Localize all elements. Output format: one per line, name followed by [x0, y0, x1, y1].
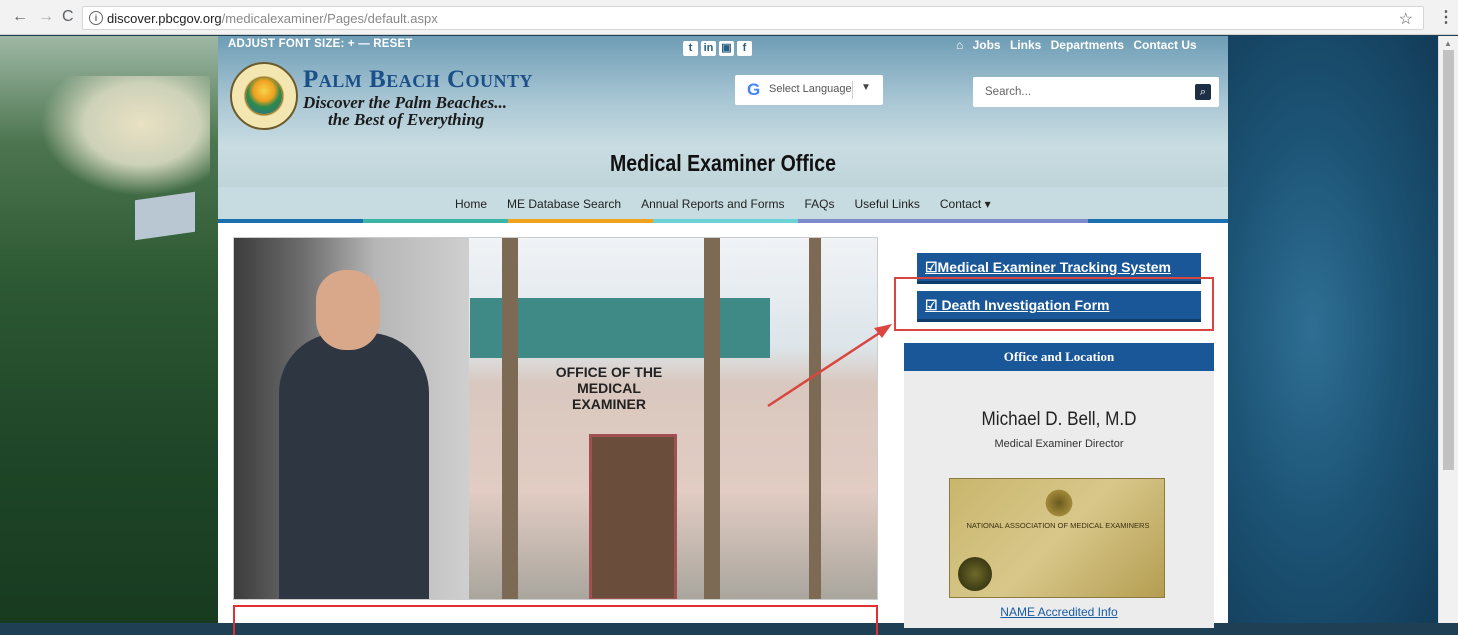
main-nav: Home ME Database Search Annual Reports and… [218, 187, 1228, 221]
language-label: Select Language [769, 83, 852, 95]
scroll-up-icon[interactable]: ▲ [1444, 39, 1452, 48]
highlight-box-bottom [233, 605, 878, 635]
director-role: Medical Examiner Director [994, 438, 1124, 450]
nav-useful-links[interactable]: Useful Links [855, 197, 920, 211]
nav-contact[interactable]: Contact ▾ [940, 197, 991, 211]
utility-bar: ADJUST FONT SIZE: + — RESET t in ▣ f ⌂ Jobs… [218, 36, 1228, 56]
palm-trunk [809, 238, 821, 599]
link-contact-us[interactable]: Contact Us [1133, 38, 1196, 52]
forward-icon[interactable]: → [38, 8, 54, 26]
building-door [589, 434, 677, 599]
link-departments[interactable]: Departments [1051, 38, 1124, 52]
utility-links: ⌂ Jobs Links Departments Contact Us [950, 38, 1197, 52]
director-name: Michael D. Bell, M.D [981, 409, 1137, 430]
background-ocean-right [1228, 36, 1438, 623]
bookmark-star-icon[interactable]: ☆ [1399, 9, 1413, 29]
back-icon[interactable]: ← [12, 8, 28, 26]
brand-name: Palm Beach County [303, 66, 534, 93]
link-jobs[interactable]: Jobs [973, 38, 1001, 52]
social-links: t in ▣ f [683, 38, 755, 56]
language-select[interactable]: G Select Language ▼ [735, 75, 883, 105]
url-domain: discover.pbcgov.org [107, 11, 222, 26]
search-input[interactable]: Search... [985, 86, 1031, 98]
certificate-title: NATIONAL ASSOCIATION OF MEDICAL EXAMINER… [966, 521, 1150, 530]
twitter-icon[interactable]: t [683, 41, 698, 56]
name-accredited-link[interactable]: NAME Accredited Info [904, 605, 1214, 619]
annotation-arrow [767, 324, 892, 408]
palm-trunk [704, 238, 720, 599]
hero-photo: OFFICE OF THE MEDICAL EXAMINER [233, 237, 878, 600]
building-sign: OFFICE OF THE MEDICAL EXAMINER [554, 364, 664, 412]
address-bar[interactable]: i discover.pbcgov.org/medicalexaminer/Pa… [82, 6, 1424, 30]
nav-annual-reports[interactable]: Annual Reports and Forms [641, 197, 784, 211]
main-content: OFFICE OF THE MEDICAL EXAMINER ☑Medical … [218, 223, 1228, 635]
brand-tagline-2: the Best of Everything [328, 110, 485, 129]
url-path: /medicalexaminer/Pages/default.aspx [221, 11, 438, 26]
youtube-icon[interactable]: ▣ [719, 41, 734, 56]
office-heading: Office and Location [904, 343, 1214, 371]
google-icon: G [747, 80, 761, 99]
home-icon[interactable]: ⌂ [956, 38, 963, 52]
building-sign-text: OFFICE OF THE MEDICAL EXAMINER [555, 364, 663, 412]
facebook-icon[interactable]: f [737, 41, 752, 56]
site-search[interactable]: Search... ⌕ [973, 77, 1219, 107]
url-text: discover.pbcgov.org/medicalexaminer/Page… [107, 11, 438, 26]
house-shape [135, 191, 195, 241]
brand-tagline-1: Discover the Palm Beaches... [303, 93, 507, 112]
nav-faqs[interactable]: FAQs [804, 197, 834, 211]
scrollbar-thumb[interactable] [1443, 50, 1454, 470]
beach-shape [40, 76, 210, 196]
language-divider [852, 81, 853, 99]
nav-home[interactable]: Home [455, 197, 487, 211]
site-header: ADJUST FONT SIZE: + — RESET t in ▣ f ⌂ Jobs… [218, 36, 1228, 223]
font-size-controls[interactable]: ADJUST FONT SIZE: + — RESET [228, 38, 413, 50]
nav-me-database-search[interactable]: ME Database Search [507, 197, 621, 211]
search-icon[interactable]: ⌕ [1195, 84, 1211, 100]
accreditation-certificate[interactable]: NATIONAL ASSOCIATION OF MEDICAL EXAMINER… [949, 478, 1165, 598]
certificate-emblem-icon [1042, 489, 1076, 517]
page-title: Medical Examiner Office [609, 150, 836, 176]
dropdown-arrow-icon[interactable]: ▼ [861, 82, 871, 93]
linkedin-icon[interactable]: in [701, 41, 716, 56]
death-investigation-form-button[interactable]: ☑ Death Investigation Form [917, 291, 1201, 322]
info-icon[interactable]: i [89, 11, 103, 25]
link-links[interactable]: Links [1010, 38, 1041, 52]
background-aerial-left [0, 36, 218, 623]
portrait-head [316, 270, 380, 350]
portrait-figure [279, 333, 429, 599]
browser-menu-icon[interactable]: ⋮ [1438, 7, 1454, 27]
palm-trunk [502, 238, 518, 599]
seal-emblem [246, 78, 282, 114]
certificate-seal-icon [958, 557, 992, 591]
county-seal-logo[interactable] [230, 62, 298, 130]
brand-block[interactable]: Palm Beach County Discover the Palm Beac… [303, 66, 533, 128]
office-location-panel: Office and Location Michael D. Bell, M.D… [904, 343, 1214, 628]
page-scrollbar[interactable]: ▲ [1438, 36, 1458, 623]
reload-icon[interactable]: C [62, 8, 74, 26]
browser-toolbar: ← → C i discover.pbcgov.org/medicalexami… [0, 0, 1458, 35]
